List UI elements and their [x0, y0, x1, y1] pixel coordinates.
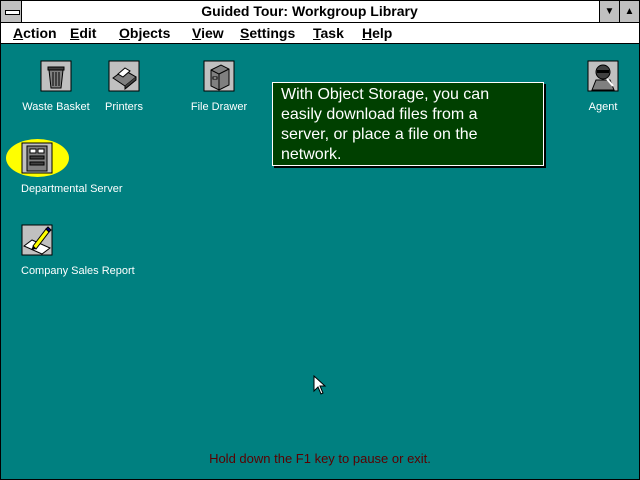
title-bar[interactable]: Guided Tour: Workgroup Library ▼ ▲ — [1, 1, 639, 23]
menu-settings[interactable]: Settings — [240, 23, 295, 43]
agent-label: Agent — [588, 101, 618, 113]
agent-object[interactable]: Agent — [587, 60, 619, 113]
departmental-server-object[interactable]: Departmental Server — [21, 142, 123, 195]
menu-action-rest: ction — [23, 25, 57, 41]
menu-view-accel: V — [192, 25, 202, 41]
agent-icon — [587, 60, 619, 92]
mouse-pointer-icon — [313, 375, 327, 395]
tour-callout-line: network. — [281, 146, 342, 163]
printer-icon — [108, 60, 140, 92]
waste-basket-object[interactable]: Waste Basket — [21, 60, 91, 113]
menu-action-accel: A — [13, 25, 24, 41]
menu-help-accel: H — [362, 25, 373, 41]
menu-view[interactable]: View — [192, 23, 224, 43]
server-icon — [21, 142, 53, 174]
system-menu-icon — [5, 10, 20, 15]
menu-task-rest: ask — [320, 25, 344, 41]
tour-callout-line: With Object Storage, you can — [281, 86, 490, 103]
printers-label: Printers — [105, 101, 143, 113]
window-title: Guided Tour: Workgroup Library — [201, 3, 418, 19]
menu-settings-accel: S — [240, 25, 250, 41]
waste-basket-icon — [40, 60, 72, 92]
menu-objects-accel: O — [119, 25, 130, 41]
tour-callout-line: server, or place a file on the — [281, 126, 478, 143]
company-sales-report-label: Company Sales Report — [21, 265, 135, 277]
file-drawer-icon — [203, 60, 235, 92]
status-hint: Hold down the F1 key to pause or exit. — [209, 451, 431, 466]
file-drawer-label: File Drawer — [190, 101, 248, 113]
waste-basket-label: Waste Basket — [22, 101, 90, 113]
menu-edit-rest: dit — [79, 25, 97, 41]
menu-objects[interactable]: Objects — [119, 23, 170, 43]
company-sales-report-object[interactable]: Company Sales Report — [21, 224, 135, 277]
minimize-button[interactable]: ▼ — [599, 1, 619, 22]
tour-callout: With Object Storage, you can easily down… — [272, 82, 544, 166]
report-icon — [21, 224, 53, 256]
menu-objects-rest: bjects — [129, 25, 171, 41]
menu-task-accel: T — [313, 25, 321, 41]
menu-action[interactable]: Action — [13, 23, 57, 43]
menu-edit[interactable]: Edit — [70, 23, 96, 43]
menu-edit-accel: E — [70, 25, 80, 41]
menu-settings-rest: ettings — [249, 25, 296, 41]
app-window: Guided Tour: Workgroup Library ▼ ▲ Actio… — [0, 0, 640, 480]
menu-help[interactable]: Help — [362, 23, 392, 43]
menu-bar: Action Edit Objects View Settings Task H… — [1, 23, 639, 44]
maximize-button[interactable]: ▲ — [619, 1, 639, 22]
file-drawer-object[interactable]: File Drawer — [189, 60, 249, 113]
printers-object[interactable]: Printers — [104, 60, 144, 113]
departmental-server-label: Departmental Server — [21, 183, 123, 195]
menu-task[interactable]: Task — [313, 23, 344, 43]
tour-callout-line: easily download files from a — [281, 106, 478, 123]
menu-help-rest: elp — [372, 25, 393, 41]
menu-view-rest: iew — [201, 25, 224, 41]
system-menu-button[interactable] — [1, 1, 22, 22]
